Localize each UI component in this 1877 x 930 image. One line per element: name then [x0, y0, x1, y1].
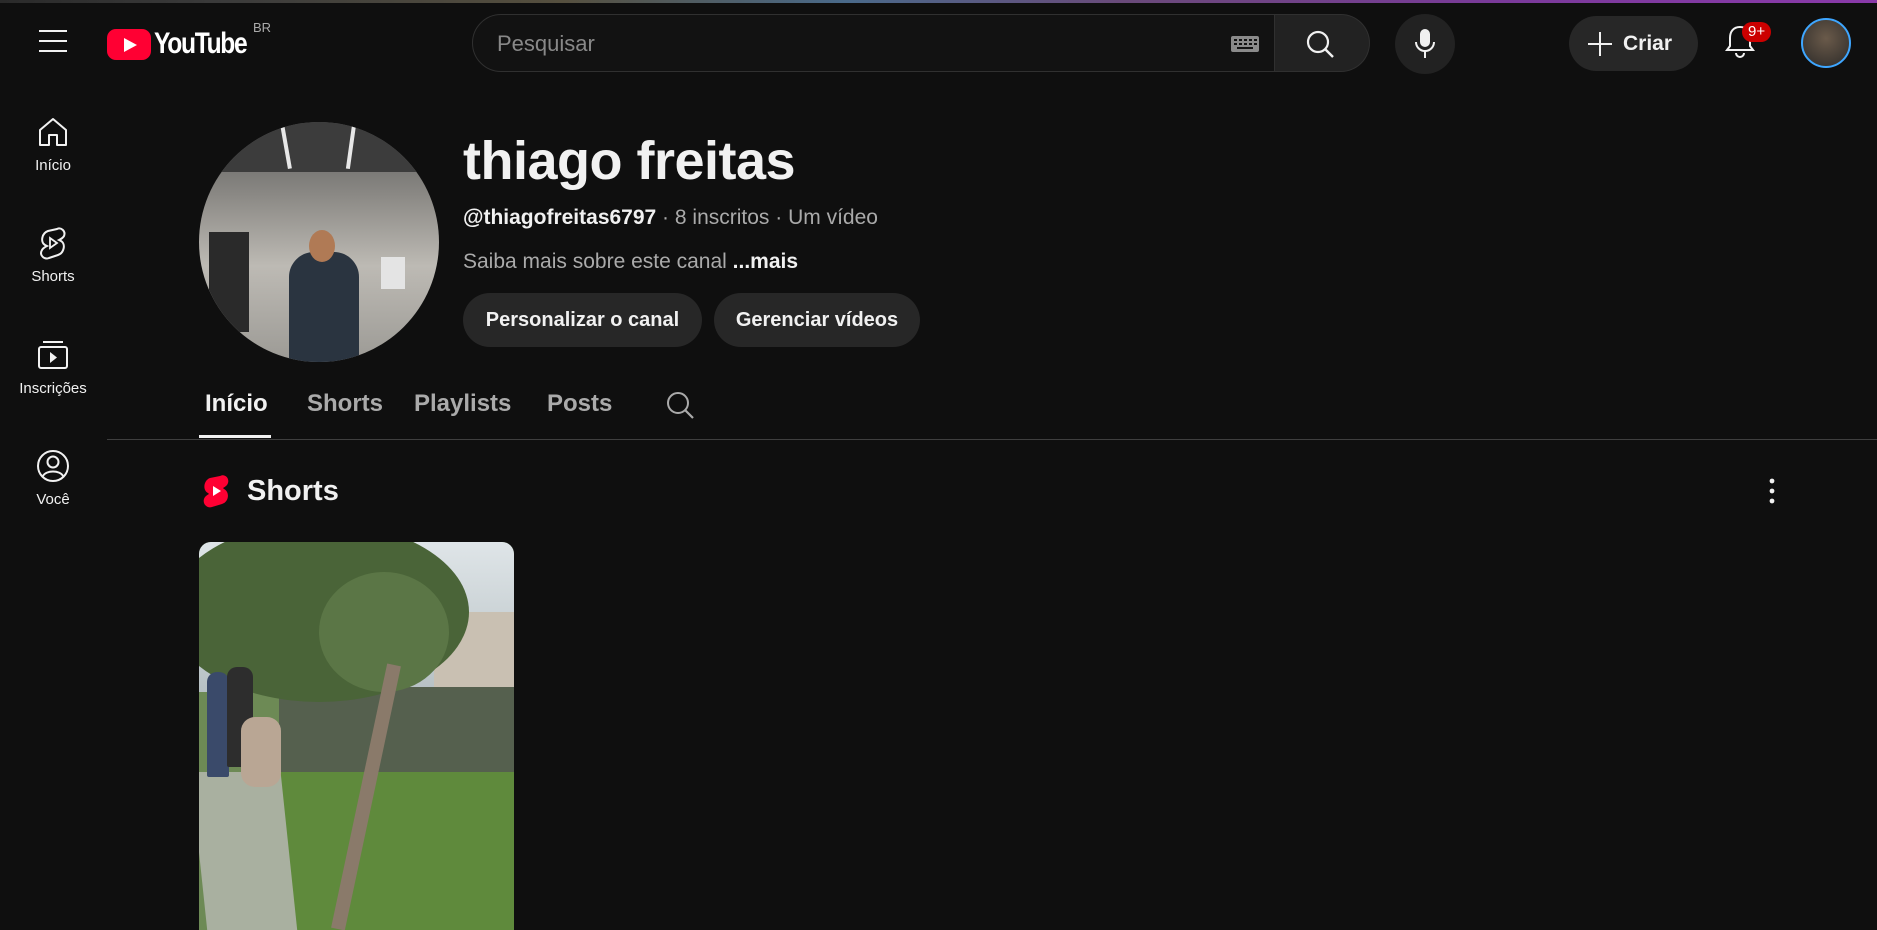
tab-shorts[interactable]: Shorts — [307, 390, 383, 418]
more-link[interactable]: ...mais — [733, 250, 798, 273]
channel-about[interactable]: Saiba mais sobre este canal ...mais — [463, 250, 798, 274]
voice-search-button[interactable] — [1395, 14, 1455, 74]
active-tab-indicator — [199, 435, 271, 438]
meta-separator: · — [769, 206, 789, 229]
top-color-strip — [0, 0, 1877, 3]
microphone-icon — [1415, 29, 1435, 58]
tab-inicio[interactable]: Início — [205, 390, 268, 418]
about-text: Saiba mais sobre este canal — [463, 250, 727, 273]
tabs-divider — [107, 439, 1877, 440]
channel-avatar[interactable] — [199, 122, 439, 362]
account-avatar[interactable] — [1801, 18, 1851, 68]
search-icon — [1306, 30, 1334, 58]
logo-text: YouTube — [154, 27, 248, 60]
sidebar-item-label: Você — [36, 491, 70, 508]
create-label: Criar — [1623, 31, 1673, 55]
search-input[interactable] — [495, 15, 1219, 73]
video-count: Um vídeo — [788, 206, 878, 229]
subscriptions-icon — [38, 341, 68, 369]
plus-icon — [1588, 31, 1612, 56]
account-circle-icon — [37, 450, 69, 482]
notifications-badge: 9+ — [1742, 22, 1772, 42]
customize-channel-button[interactable]: Personalizar o canal — [463, 293, 702, 347]
subscriber-count: 8 inscritos — [674, 206, 770, 229]
channel-meta: @thiagofreitas6797 · 8 inscritos · Um ví… — [463, 206, 878, 230]
shorts-logo-icon — [203, 475, 229, 508]
country-code: BR — [253, 20, 272, 35]
sidebar-item-inicio[interactable]: Início — [0, 115, 106, 174]
meta-separator: · — [656, 206, 675, 229]
create-button[interactable]: Criar — [1569, 16, 1698, 71]
tab-posts[interactable]: Posts — [547, 390, 612, 418]
channel-search-icon[interactable] — [665, 390, 695, 420]
sidebar-item-label: Início — [35, 157, 71, 174]
menu-icon[interactable] — [39, 30, 67, 54]
short-video-thumbnail[interactable] — [199, 542, 514, 930]
channel-handle: @thiagofreitas6797 — [463, 206, 657, 229]
keyboard-icon[interactable] — [1230, 35, 1260, 53]
youtube-play-logo-icon — [107, 28, 151, 60]
youtube-logo[interactable]: YouTube — [107, 27, 267, 61]
sidebar-item-voce[interactable]: Você — [0, 449, 106, 508]
tab-playlists[interactable]: Playlists — [414, 390, 511, 418]
sidebar-item-inscricoes[interactable]: Inscrições — [0, 338, 106, 397]
search-bar — [472, 14, 1275, 73]
shorts-icon — [40, 227, 66, 260]
channel-name: thiago freitas — [463, 131, 796, 191]
search-button[interactable] — [1275, 14, 1370, 72]
manage-videos-button[interactable]: Gerenciar vídeos — [714, 293, 920, 347]
more-options-icon[interactable] — [1768, 478, 1776, 504]
sidebar-item-label: Inscrições — [19, 380, 87, 397]
sidebar-item-shorts[interactable]: Shorts — [0, 226, 106, 285]
sidebar-item-label: Shorts — [31, 268, 75, 285]
section-title: Shorts — [247, 475, 339, 507]
home-icon — [39, 118, 67, 146]
